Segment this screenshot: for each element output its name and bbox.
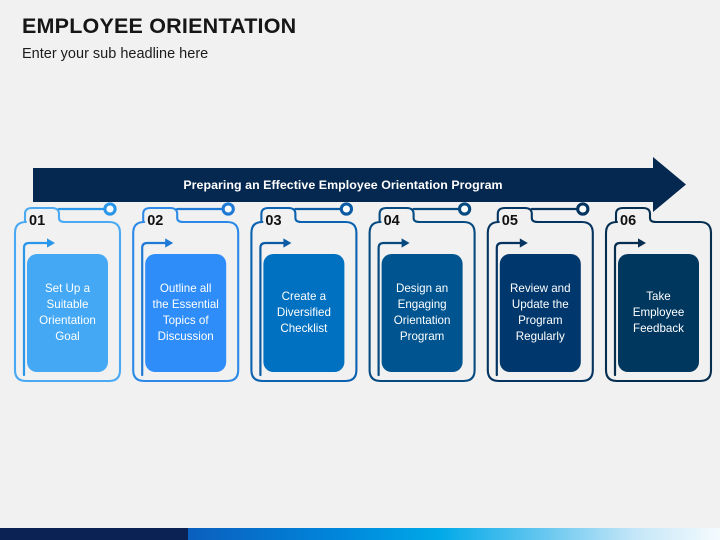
step-card-label: Design an Engaging Orientation Program <box>393 282 451 343</box>
step-number: 01 <box>29 213 46 229</box>
step-number: 04 <box>383 213 400 229</box>
step-connector-node-icon <box>103 202 117 216</box>
step-connector-node-icon <box>339 202 354 216</box>
step-inflow-arrowhead-icon <box>519 238 528 248</box>
step-card-label: Create a Diversified Checklist <box>276 290 331 335</box>
footer-gradient-block <box>188 528 720 540</box>
step-number: 06 <box>620 213 637 229</box>
process-steps-diagram <box>13 202 713 383</box>
step-card-label: Outline all the Essential Topics of Disc… <box>152 282 219 343</box>
step-number: 02 <box>147 213 164 229</box>
step-inflow-arrowhead-icon <box>165 238 174 248</box>
step-number: 03 <box>265 213 282 229</box>
footer-strip <box>0 528 720 540</box>
step-connector-node-icon <box>221 202 235 216</box>
step-inflow-arrowhead-icon <box>283 238 292 248</box>
step-inflow-arrowhead-icon <box>638 238 646 248</box>
step-connector-node-icon <box>457 202 472 216</box>
step-connector-node-icon <box>576 202 590 216</box>
step-inflow-arrowhead-icon <box>47 238 55 248</box>
slide-canvas: EMPLOYEE ORIENTATION Enter your sub head… <box>0 0 720 540</box>
step-card-label: Review and Update the Program Regularly <box>510 282 571 343</box>
step-inflow-arrowhead-icon <box>401 238 410 248</box>
step-number: 05 <box>501 213 518 229</box>
step-card-label: Take Employee Feedback <box>632 290 685 335</box>
step-card-label: Set Up a Suitable Orientation Goal <box>39 282 96 343</box>
footer-solid-block <box>0 528 188 540</box>
